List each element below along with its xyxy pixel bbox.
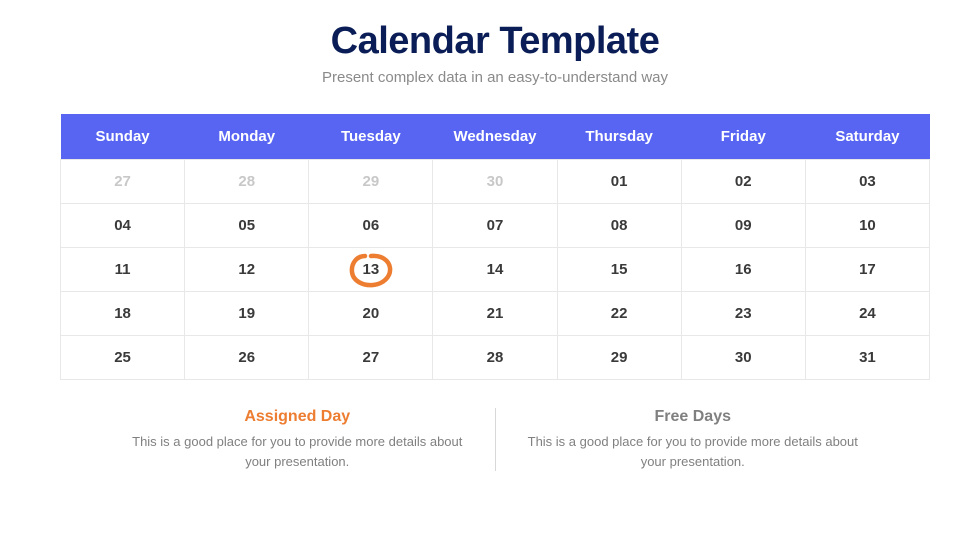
calendar-cell: 26 (185, 336, 309, 380)
calendar-date: 07 (487, 217, 504, 234)
calendar-date: 29 (611, 349, 628, 366)
calendar-row: 25 26 27 28 29 30 31 (61, 336, 930, 380)
calendar-cell: 03 (805, 160, 929, 204)
calendar-cell: 08 (557, 204, 681, 248)
calendar-date: 19 (238, 305, 255, 322)
calendar-date: 27 (363, 349, 380, 366)
assigned-day-title: Assigned Day (130, 408, 465, 426)
calendar-date: 11 (115, 261, 131, 278)
calendar-cell: 28 (433, 336, 557, 380)
calendar-cell: 02 (681, 160, 805, 204)
page-title: Calendar Template (60, 20, 930, 63)
calendar-cell: 23 (681, 292, 805, 336)
calendar-date: 25 (114, 349, 131, 366)
calendar-date: 30 (735, 349, 752, 366)
calendar-row: 11 12 13 14 15 16 17 (61, 248, 930, 292)
calendar-cell: 13 (309, 248, 433, 292)
calendar-cell: 27 (309, 336, 433, 380)
calendar-date: 10 (859, 217, 876, 234)
calendar-date: 13 (363, 261, 380, 278)
calendar-date: 22 (611, 305, 628, 322)
calendar-cell: 12 (185, 248, 309, 292)
calendar-cell: 15 (557, 248, 681, 292)
calendar-date: 28 (238, 173, 255, 190)
calendar-cell: 18 (61, 292, 185, 336)
calendar-date: 01 (611, 173, 628, 190)
calendar-cell: 21 (433, 292, 557, 336)
calendar-date: 12 (238, 261, 255, 278)
footer-section: Assigned Day This is a good place for yo… (60, 408, 930, 471)
calendar-date: 18 (114, 305, 131, 322)
calendar-cell: 10 (805, 204, 929, 248)
calendar-cell: 20 (309, 292, 433, 336)
day-header: Wednesday (433, 114, 557, 160)
calendar-cell: 29 (309, 160, 433, 204)
free-days-title: Free Days (526, 408, 861, 426)
calendar-cell: 16 (681, 248, 805, 292)
calendar-date: 23 (735, 305, 752, 322)
calendar-date: 03 (859, 173, 876, 190)
calendar-cell: 24 (805, 292, 929, 336)
assigned-day-block: Assigned Day This is a good place for yo… (100, 408, 496, 471)
calendar-date: 06 (363, 217, 380, 234)
calendar-date: 26 (238, 349, 255, 366)
calendar-cell: 07 (433, 204, 557, 248)
calendar-cell: 11 (61, 248, 185, 292)
calendar-cell: 30 (681, 336, 805, 380)
calendar-date: 28 (487, 349, 504, 366)
calendar-date: 14 (487, 261, 504, 278)
calendar-body: 27 28 29 30 01 02 03 04 05 06 07 08 09 10 11 12 13 14 15 16… (61, 160, 930, 380)
calendar-date: 08 (611, 217, 628, 234)
calendar-date: 20 (363, 305, 380, 322)
calendar-cell: 06 (309, 204, 433, 248)
calendar-cell: 17 (805, 248, 929, 292)
calendar-date: 30 (487, 173, 504, 190)
day-header: Saturday (805, 114, 929, 160)
calendar-cell: 29 (557, 336, 681, 380)
calendar-cell: 28 (185, 160, 309, 204)
slide-container: Calendar Template Present complex data i… (0, 0, 980, 471)
day-header: Thursday (557, 114, 681, 160)
calendar-cell: 19 (185, 292, 309, 336)
calendar-date: 29 (363, 173, 380, 190)
calendar-date: 24 (859, 305, 876, 322)
calendar-date: 02 (735, 173, 752, 190)
calendar-cell: 30 (433, 160, 557, 204)
calendar-date: 04 (114, 217, 131, 234)
calendar-row: 04 05 06 07 08 09 10 (61, 204, 930, 248)
calendar-date: 09 (735, 217, 752, 234)
calendar-date: 31 (859, 349, 876, 366)
day-header: Tuesday (309, 114, 433, 160)
calendar-date: 17 (859, 261, 876, 278)
calendar-date: 27 (114, 173, 131, 190)
calendar-cell: 31 (805, 336, 929, 380)
calendar-table: Sunday Monday Tuesday Wednesday Thursday… (60, 114, 930, 380)
calendar-cell: 04 (61, 204, 185, 248)
day-header: Sunday (61, 114, 185, 160)
free-days-block: Free Days This is a good place for you t… (496, 408, 891, 471)
calendar-date: 16 (735, 261, 752, 278)
assigned-day-text: This is a good place for you to provide … (130, 432, 465, 471)
page-subtitle: Present complex data in an easy-to-under… (60, 69, 930, 86)
calendar-cell: 27 (61, 160, 185, 204)
calendar-date: 05 (238, 217, 255, 234)
calendar-header-row: Sunday Monday Tuesday Wednesday Thursday… (61, 114, 930, 160)
calendar-cell: 01 (557, 160, 681, 204)
day-header: Friday (681, 114, 805, 160)
free-days-text: This is a good place for you to provide … (526, 432, 861, 471)
calendar-date: 21 (487, 305, 504, 322)
calendar-cell: 25 (61, 336, 185, 380)
calendar-row: 27 28 29 30 01 02 03 (61, 160, 930, 204)
calendar-cell: 22 (557, 292, 681, 336)
calendar-row: 18 19 20 21 22 23 24 (61, 292, 930, 336)
calendar-date: 15 (611, 261, 628, 278)
calendar-cell: 05 (185, 204, 309, 248)
day-header: Monday (185, 114, 309, 160)
calendar-cell: 09 (681, 204, 805, 248)
calendar-cell: 14 (433, 248, 557, 292)
